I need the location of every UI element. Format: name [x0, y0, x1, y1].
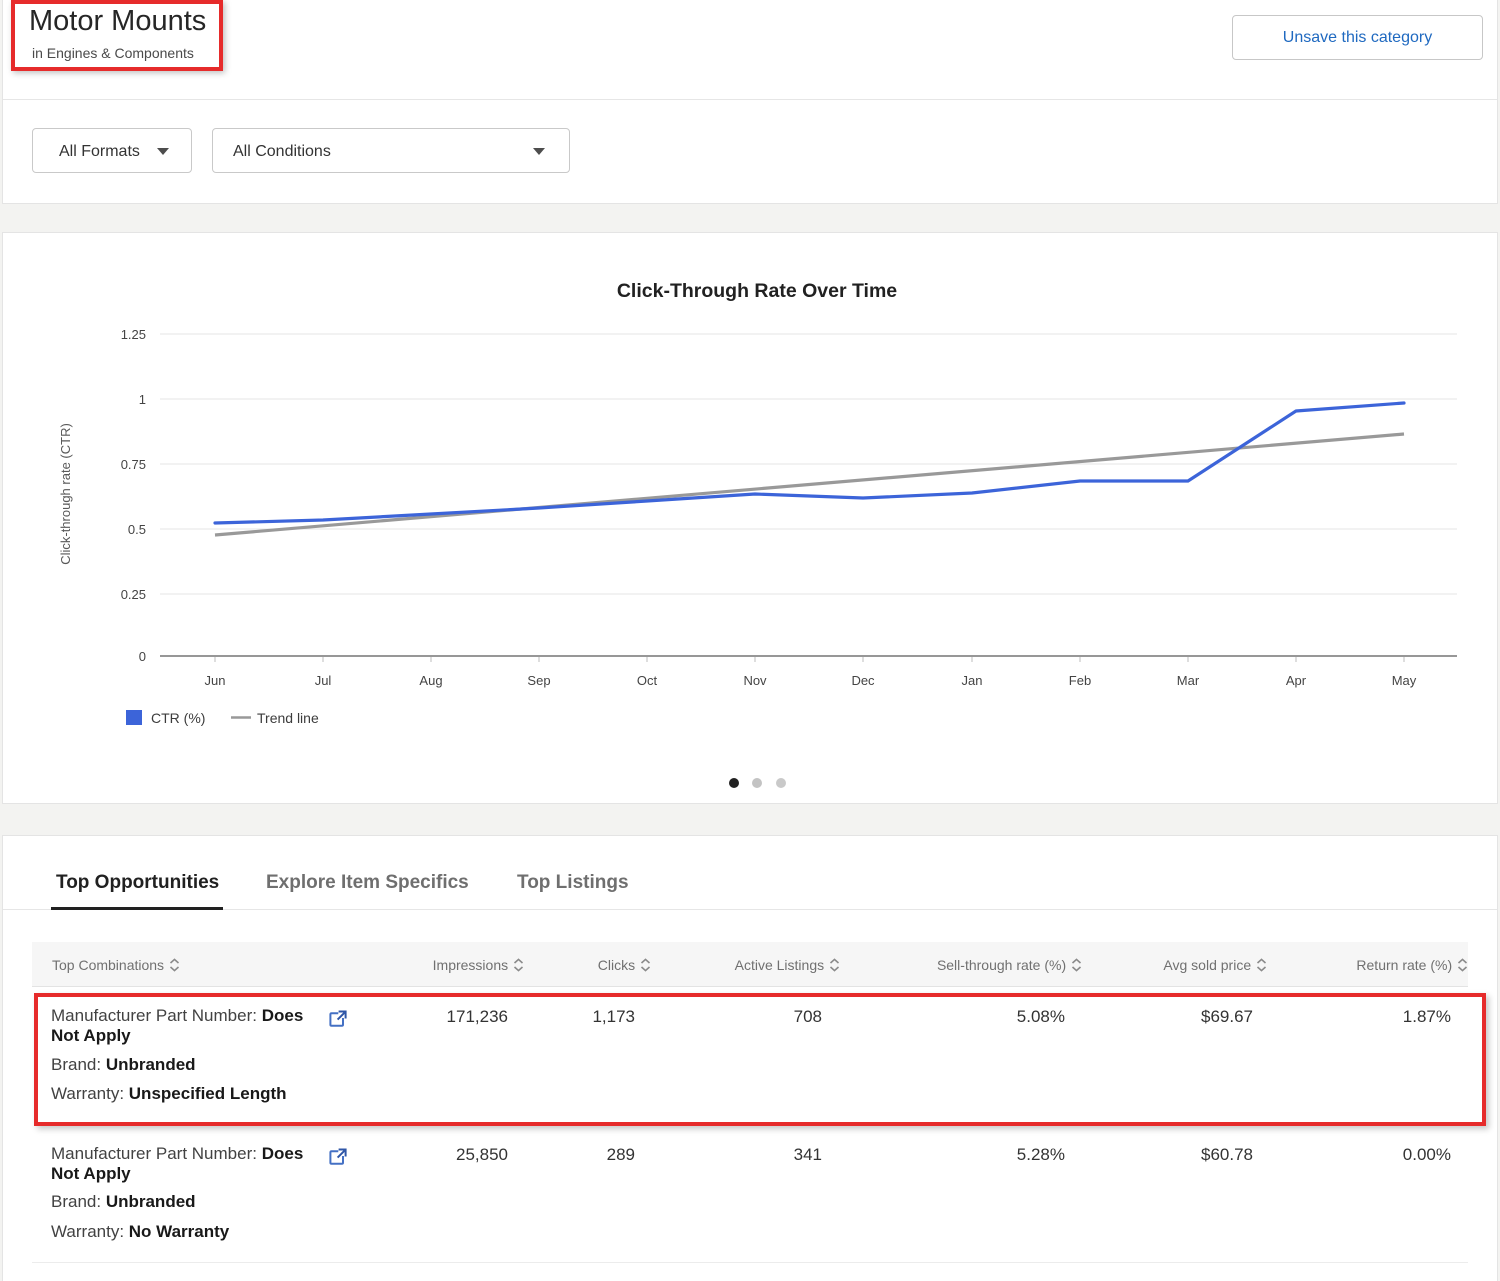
svg-text:1.25: 1.25 — [121, 327, 146, 342]
svg-text:Aug: Aug — [419, 673, 442, 688]
svg-text:Click-through rate (CTR): Click-through rate (CTR) — [58, 423, 73, 565]
svg-text:Trend line: Trend line — [257, 710, 319, 726]
svg-text:CTR (%): CTR (%) — [151, 710, 205, 726]
svg-text:0.25: 0.25 — [121, 587, 146, 602]
svg-text:Dec: Dec — [851, 673, 875, 688]
svg-text:0: 0 — [139, 649, 146, 664]
svg-text:Click-Through Rate Over Time: Click-Through Rate Over Time — [617, 280, 897, 302]
svg-text:Jul: Jul — [315, 673, 332, 688]
svg-text:1: 1 — [139, 392, 146, 407]
svg-text:Apr: Apr — [1286, 673, 1307, 688]
svg-text:0.75: 0.75 — [121, 457, 146, 472]
svg-text:Sep: Sep — [527, 673, 550, 688]
svg-text:Jan: Jan — [962, 673, 983, 688]
svg-text:Jun: Jun — [205, 673, 226, 688]
svg-text:May: May — [1392, 673, 1417, 688]
svg-text:0.5: 0.5 — [128, 522, 146, 537]
svg-text:Nov: Nov — [743, 673, 767, 688]
svg-text:Mar: Mar — [1177, 673, 1200, 688]
svg-text:Feb: Feb — [1069, 673, 1091, 688]
svg-text:Oct: Oct — [637, 673, 658, 688]
